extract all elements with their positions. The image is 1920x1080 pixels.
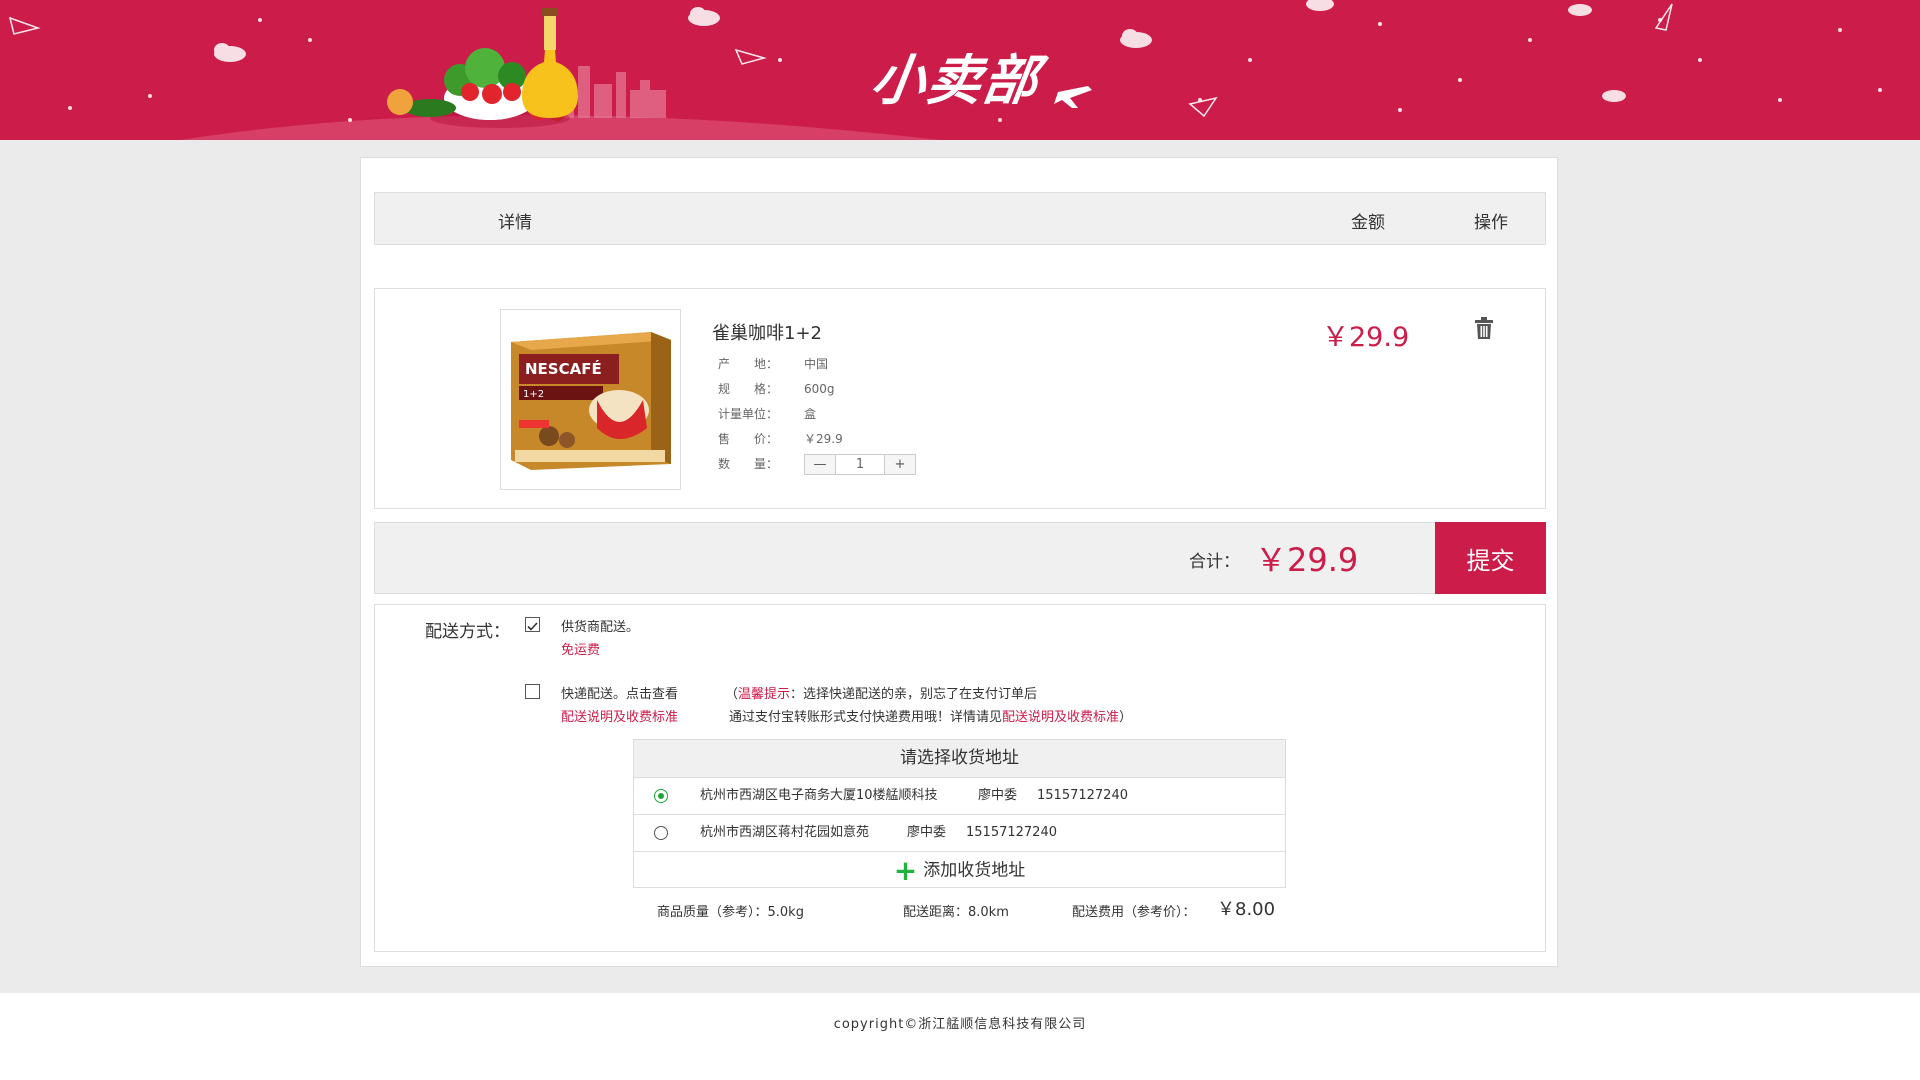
supplier-delivery-checkbox[interactable] — [525, 617, 540, 632]
quantity-input[interactable]: 1 — [835, 455, 885, 474]
weight-info: 商品质量（参考）：5.0kg — [657, 905, 804, 920]
recipient-phone: 15157127240 — [1037, 788, 1128, 803]
shipping-rules-link-2[interactable]: 配送说明及收费标准 — [1002, 710, 1119, 725]
product-name[interactable]: 雀巢咖啡1+2 — [712, 319, 822, 345]
decrease-quantity-button[interactable]: — — [805, 455, 835, 474]
address-text: 杭州市西湖区电子商务大厦10楼艋顺科技 — [700, 788, 938, 803]
delivery-section: 配送方式： 供货商配送。 免运费 快递配送。点击查看 配送说明及收费标准 （温馨… — [374, 604, 1546, 952]
plus-icon: + — [893, 854, 918, 887]
item-price: ￥29.9 — [1322, 322, 1410, 353]
product-attributes: 产 地： 中国 规 格： 600g 计量单位：盒 售 价： ￥29.9 数 量： — … — [718, 352, 916, 477]
order-total-bar: 合计： ￥29.9 提交 — [374, 522, 1546, 594]
attr-origin: 产 地： 中国 — [718, 357, 829, 371]
fee-label: 配送费用（参考价）： — [1072, 905, 1196, 920]
total-amount: ￥29.9 — [1255, 541, 1359, 579]
cart-table-header: 详情 金额 操作 — [374, 192, 1546, 245]
check-icon — [527, 622, 538, 631]
svg-text:NESCAFÉ: NESCAFÉ — [525, 359, 602, 378]
free-shipping-text: 免运费 — [561, 643, 601, 658]
address-row[interactable]: 杭州市西湖区电子商务大厦10楼艋顺科技 廖中委 15157127240 — [634, 778, 1285, 815]
delivery-tip-line2: 通过支付宝转账形式支付快递费用哦！详情请见配送说明及收费标准） — [729, 710, 1133, 725]
copyright-text: copyright©浙江艋顺信息科技有限公司 — [833, 1017, 1087, 1032]
submit-button[interactable]: 提交 — [1435, 522, 1546, 594]
address-selector: 请选择收货地址 杭州市西湖区电子商务大厦10楼艋顺科技 廖中委 15157127… — [633, 739, 1286, 888]
vegetables-illustration — [387, 8, 578, 128]
supplier-delivery-label: 供货商配送。 — [561, 620, 640, 635]
express-delivery-checkbox[interactable] — [525, 684, 540, 699]
site-footer: copyright©浙江艋顺信息科技有限公司 — [0, 993, 1920, 1080]
nescafe-box-image: NESCAFÉ 1+2 — [511, 332, 671, 470]
address-radio[interactable] — [654, 826, 668, 840]
add-address-label: 添加收货地址 — [923, 860, 1026, 881]
cart-panel: 详情 金额 操作 NESCAFÉ 1+2 雀巢咖啡1+2 产 地： 中国 规 格… — [360, 157, 1558, 967]
column-detail: 详情 — [498, 213, 532, 233]
address-title: 请选择收货地址 — [634, 740, 1285, 778]
attr-quantity: 数 量： — 1 + — [718, 452, 916, 477]
svg-text:1+2: 1+2 — [523, 389, 544, 400]
total-label: 合计： — [1189, 552, 1240, 572]
address-text: 杭州市西湖区蒋村花园如意苑 — [700, 825, 870, 840]
delivery-method-label: 配送方式： — [425, 622, 510, 642]
column-amount: 金额 — [1351, 213, 1385, 233]
trash-icon[interactable] — [1474, 317, 1494, 343]
address-row[interactable]: 杭州市西湖区蒋村花园如意苑 廖中委 15157127240 — [634, 815, 1285, 852]
attr-spec: 规 格： 600g — [718, 382, 835, 396]
delivery-tip-line1: （温馨提示：选择快递配送的亲，别忘了在支付订单后 — [725, 687, 1038, 702]
product-image[interactable]: NESCAFÉ 1+2 — [500, 309, 681, 490]
column-action: 操作 — [1474, 213, 1508, 233]
site-header: 小卖部 — [0, 0, 1920, 140]
recipient-name: 廖中委 — [978, 788, 1018, 803]
distance-info: 配送距离：8.0km — [903, 905, 1009, 920]
recipient-phone: 15157127240 — [966, 825, 1057, 840]
add-address-button[interactable]: + 添加收货地址 — [634, 852, 1285, 889]
quantity-stepper: — 1 + — [804, 454, 916, 475]
shipping-rules-link[interactable]: 配送说明及收费标准 — [561, 706, 678, 725]
address-radio-selected[interactable] — [654, 789, 668, 803]
increase-quantity-button[interactable]: + — [885, 455, 915, 474]
attr-unit: 计量单位：盒 — [718, 407, 817, 421]
fee-value: ￥8.00 — [1217, 899, 1276, 920]
cart-item: NESCAFÉ 1+2 雀巢咖啡1+2 产 地： 中国 规 格： 600g 计量单位… — [374, 288, 1546, 509]
express-delivery-label: 快递配送。点击查看 — [561, 687, 679, 702]
recipient-name: 廖中委 — [907, 825, 947, 840]
attr-unit-price: 售 价： ￥29.9 — [718, 432, 843, 446]
site-logo[interactable]: 小卖部 — [866, 36, 1045, 115]
